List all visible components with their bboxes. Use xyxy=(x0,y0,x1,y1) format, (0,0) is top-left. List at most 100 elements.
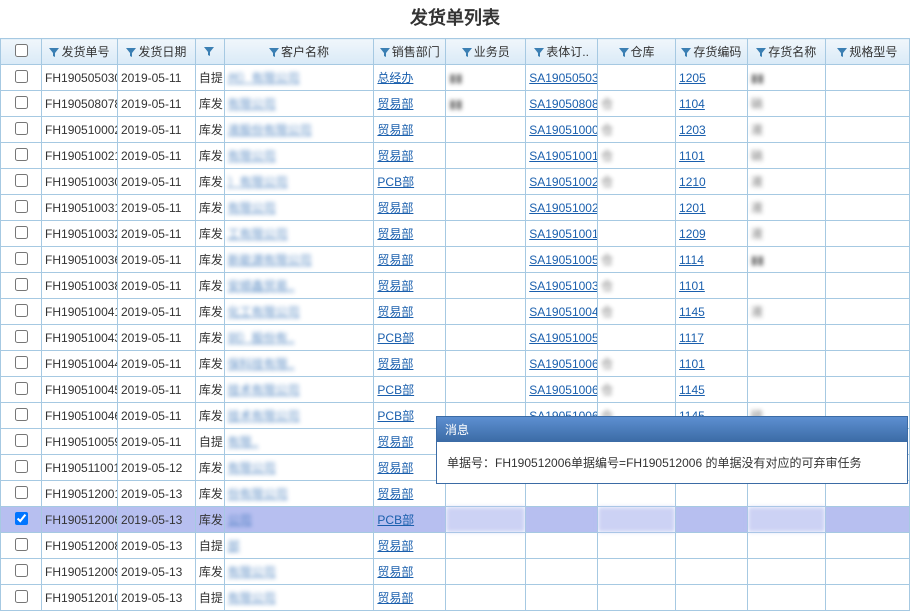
col-header[interactable]: 表体订.. xyxy=(526,39,598,65)
filter-icon[interactable] xyxy=(204,45,214,59)
col-header[interactable] xyxy=(195,39,224,65)
customer-link[interactable]: 有限公司 xyxy=(228,461,276,475)
col-header[interactable]: 规格型号 xyxy=(825,39,909,65)
select-all-checkbox[interactable] xyxy=(15,44,28,57)
code-link[interactable]: 1205 xyxy=(679,71,706,85)
code-link[interactable]: 1201 xyxy=(679,201,706,215)
code-link[interactable]: 1117 xyxy=(679,331,704,345)
row-checkbox[interactable] xyxy=(15,304,28,317)
filter-icon[interactable] xyxy=(681,45,691,59)
order-link[interactable]: SA19051000 xyxy=(529,123,597,137)
row-checkbox[interactable] xyxy=(15,252,28,265)
row-checkbox[interactable] xyxy=(15,356,28,369)
order-link[interactable]: SA190510057 xyxy=(529,331,597,345)
dept-link[interactable]: 贸易部 xyxy=(377,123,413,137)
col-header[interactable]: 存货名称 xyxy=(747,39,825,65)
dept-link[interactable]: PCB部 xyxy=(377,409,414,423)
code-link[interactable]: 1210 xyxy=(679,175,706,189)
customer-link[interactable]: 保科技有限.. xyxy=(228,357,295,371)
order-link[interactable]: SA19051002 xyxy=(529,201,597,215)
row-checkbox[interactable] xyxy=(15,70,28,83)
col-header[interactable]: 仓库 xyxy=(598,39,676,65)
row-checkbox[interactable] xyxy=(15,122,28,135)
order-link[interactable]: SA19051005 xyxy=(529,253,597,267)
customer-link[interactable]: 液股份有限公司 xyxy=(228,123,312,137)
code-link[interactable]: 1145 xyxy=(679,383,705,397)
dept-link[interactable]: 贸易部 xyxy=(377,565,413,579)
customer-link[interactable]: 工有限公司 xyxy=(228,227,288,241)
customer-link[interactable]: 有限公司 xyxy=(228,591,276,605)
col-header[interactable]: 发货单号 xyxy=(42,39,118,65)
customer-link[interactable]: 有限.. xyxy=(228,435,259,449)
row-checkbox[interactable] xyxy=(15,512,28,525)
customer-link[interactable]: 技术有限公司 xyxy=(228,409,300,423)
dept-link[interactable]: PCB部 xyxy=(377,331,414,345)
customer-link[interactable]: 安顺鑫贸易.. xyxy=(228,279,295,293)
table-row[interactable]: FH1905100452019-05-11库发技术有限公司PCB部SA19051… xyxy=(1,377,910,403)
customer-link[interactable]: 部 xyxy=(228,539,240,553)
filter-icon[interactable] xyxy=(534,45,544,59)
col-header[interactable]: 客户名称 xyxy=(224,39,374,65)
table-row[interactable]: FH1905050302019-05-11自提州）有限公司总经办▮▮SA1905… xyxy=(1,65,910,91)
filter-icon[interactable] xyxy=(49,45,59,59)
order-link[interactable]: SA19051002 xyxy=(529,175,597,189)
customer-link[interactable]: 有限公司 xyxy=(228,97,276,111)
table-row[interactable]: FH1905100302019-05-11库发）有限公司PCB部SA190510… xyxy=(1,169,910,195)
row-checkbox[interactable] xyxy=(15,226,28,239)
dept-link[interactable]: 贸易部 xyxy=(377,435,413,449)
order-link[interactable]: SA19051001 xyxy=(529,149,597,163)
col-header[interactable]: 发货日期 xyxy=(117,39,195,65)
table-row[interactable]: FH1905100022019-05-11库发液股份有限公司贸易部SA19051… xyxy=(1,117,910,143)
table-row[interactable]: FH1905120062019-05-13库发公司PCB部 xyxy=(1,507,910,533)
code-link[interactable]: 1203 xyxy=(679,123,706,137)
dept-link[interactable]: 贸易部 xyxy=(377,279,413,293)
dept-link[interactable]: 贸易部 xyxy=(377,539,413,553)
filter-icon[interactable] xyxy=(380,45,390,59)
table-row[interactable]: FH1905120102019-05-13自提有限公司贸易部 xyxy=(1,585,910,611)
code-link[interactable]: 1101 xyxy=(679,357,705,371)
row-checkbox[interactable] xyxy=(15,278,28,291)
order-link[interactable]: SA19050808 xyxy=(529,97,597,111)
customer-link[interactable]: 有限公司 xyxy=(228,565,276,579)
order-link[interactable]: SA190510039 xyxy=(529,279,597,293)
customer-link[interactable]: 有限公司 xyxy=(228,149,276,163)
code-link[interactable]: 1114 xyxy=(679,253,704,267)
dept-link[interactable]: PCB部 xyxy=(377,175,414,189)
dept-link[interactable]: 贸易部 xyxy=(377,149,413,163)
dept-link[interactable]: 贸易部 xyxy=(377,591,413,605)
dept-link[interactable]: 贸易部 xyxy=(377,253,413,267)
table-row[interactable]: FH1905100442019-05-11库发保科技有限..贸易部SA19051… xyxy=(1,351,910,377)
customer-link[interactable]: 技术有限公司 xyxy=(228,383,300,397)
row-checkbox[interactable] xyxy=(15,590,28,603)
row-checkbox[interactable] xyxy=(15,96,28,109)
dept-link[interactable]: 贸易部 xyxy=(377,487,413,501)
order-link[interactable]: SA190510048 xyxy=(529,305,597,319)
order-link[interactable]: SA19051006 xyxy=(529,383,597,397)
row-checkbox[interactable] xyxy=(15,148,28,161)
customer-link[interactable]: 化工有限公司 xyxy=(228,305,300,319)
row-checkbox[interactable] xyxy=(15,200,28,213)
row-checkbox[interactable] xyxy=(15,538,28,551)
filter-icon[interactable] xyxy=(126,45,136,59)
customer-link[interactable]: 有限公司 xyxy=(228,201,276,215)
filter-icon[interactable] xyxy=(837,45,847,59)
col-header[interactable] xyxy=(1,39,42,65)
row-checkbox[interactable] xyxy=(15,434,28,447)
row-checkbox[interactable] xyxy=(15,382,28,395)
code-link[interactable]: 1145 xyxy=(679,305,705,319)
filter-icon[interactable] xyxy=(269,45,279,59)
order-link[interactable]: SA190510061 xyxy=(529,357,597,371)
dept-link[interactable]: 贸易部 xyxy=(377,305,413,319)
table-row[interactable]: FH1905100412019-05-11库发化工有限公司贸易部SA190510… xyxy=(1,299,910,325)
customer-link[interactable]: ）有限公司 xyxy=(228,175,288,189)
row-checkbox[interactable] xyxy=(15,460,28,473)
table-row[interactable]: FH1905100432019-05-11库发圳）股份有..PCB部SA1905… xyxy=(1,325,910,351)
table-row[interactable]: FH1905100382019-05-11库发安顺鑫贸易..贸易部SA19051… xyxy=(1,273,910,299)
table-row[interactable]: FH1905100362019-05-11库发新能源有限公司贸易部SA19051… xyxy=(1,247,910,273)
dept-link[interactable]: 贸易部 xyxy=(377,201,413,215)
col-header[interactable]: 销售部门 xyxy=(374,39,446,65)
row-checkbox[interactable] xyxy=(15,564,28,577)
dept-link[interactable]: 贸易部 xyxy=(377,97,413,111)
col-header[interactable]: 业务员 xyxy=(446,39,526,65)
table-row[interactable]: FH1905120012019-05-13库发份有限公司贸易部 xyxy=(1,481,910,507)
